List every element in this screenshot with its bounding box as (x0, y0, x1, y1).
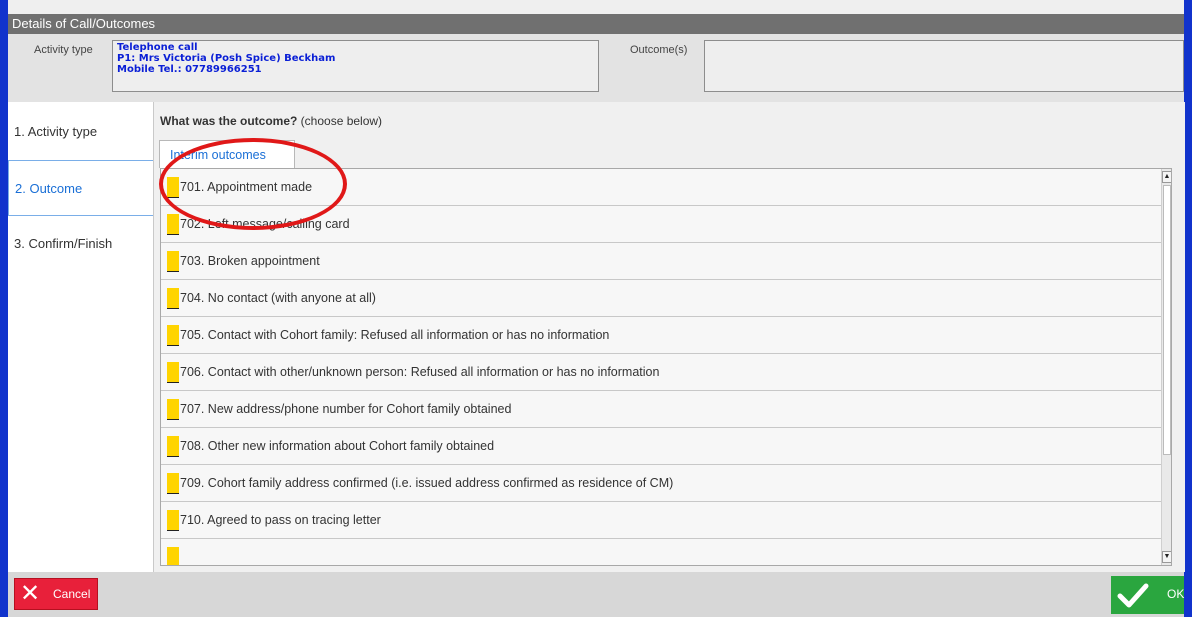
outcome-row[interactable]: 709. Cohort family address confirmed (i.… (161, 465, 1161, 502)
yellow-marker-icon (167, 325, 179, 346)
outcomes-box (704, 40, 1184, 92)
close-icon: ✕ (20, 580, 41, 607)
yellow-marker-icon (167, 362, 179, 383)
outcome-row[interactable]: 708. Other new information about Cohort … (161, 428, 1161, 465)
activity-line: P1: Mrs Victoria (Posh Spice) Beckham (117, 53, 336, 64)
outcomes-label: Outcome(s) (630, 44, 688, 56)
yellow-marker-icon (167, 473, 179, 494)
outcome-label: 709. Cohort family address confirmed (i.… (180, 476, 674, 490)
window-title: Details of Call/Outcomes (8, 14, 1184, 34)
yellow-marker-icon (167, 436, 179, 457)
yellow-marker-icon (167, 510, 179, 531)
outcome-label: 707. New address/phone number for Cohort… (180, 402, 512, 416)
ok-label: OK (1167, 587, 1185, 601)
sidebar-item-confirm-finish[interactable]: 3. Confirm/Finish (8, 216, 153, 272)
outcome-list: 701. Appointment made 702. Left message/… (160, 168, 1172, 566)
details-header: Activity type Telephone call P1: Mrs Vic… (8, 34, 1184, 102)
outcome-row[interactable]: 704. No contact (with anyone at all) (161, 280, 1161, 317)
yellow-marker-icon (167, 177, 179, 198)
activity-type-box: Telephone call P1: Mrs Victoria (Posh Sp… (112, 40, 599, 92)
activity-line: Telephone call (117, 42, 198, 53)
outcome-row-partial[interactable] (161, 539, 1161, 565)
scroll-down-icon[interactable]: ▼ (1162, 551, 1171, 563)
scrollbar-thumb[interactable] (1163, 185, 1171, 455)
cancel-label: Cancel (53, 587, 91, 601)
outcome-label: 703. Broken appointment (180, 254, 320, 268)
outcome-row[interactable]: 706. Contact with other/unknown person: … (161, 354, 1161, 391)
outcome-row[interactable]: 705. Contact with Cohort family: Refused… (161, 317, 1161, 354)
scroll-up-icon[interactable]: ▲ (1162, 171, 1171, 183)
dialog-footer: ✕ Cancel OK (8, 572, 1184, 617)
ok-button[interactable]: OK (1111, 576, 1184, 614)
sidebar-item-activity-type[interactable]: 1. Activity type (8, 104, 153, 160)
outcome-label: 704. No contact (with anyone at all) (180, 291, 376, 305)
yellow-marker-icon (167, 288, 179, 309)
outcome-label: 710. Agreed to pass on tracing letter (180, 513, 381, 527)
checkmark-icon (1117, 583, 1149, 608)
outcome-label: 701. Appointment made (180, 180, 313, 194)
outcome-row[interactable]: 701. Appointment made (161, 169, 1161, 206)
outcome-label: 706. Contact with other/unknown person: … (180, 365, 660, 379)
outcome-row[interactable]: 702. Left message/calling card (161, 206, 1161, 243)
dialog-window: Details of Call/Outcomes Activity type T… (0, 0, 1192, 617)
outcome-question: What was the outcome? (choose below) (160, 114, 382, 128)
sidebar-item-outcome[interactable]: 2. Outcome (8, 160, 153, 216)
activity-line: Mobile Tel.: 07789966251 (117, 64, 262, 75)
outcome-row[interactable]: 703. Broken appointment (161, 243, 1161, 280)
tab-interim-outcomes[interactable]: Interim outcomes (159, 140, 295, 168)
outcome-label: 702. Left message/calling card (180, 217, 350, 231)
yellow-marker-icon (167, 214, 179, 235)
outcome-label: 705. Contact with Cohort family: Refused… (180, 328, 610, 342)
question-bold: What was the outcome? (160, 114, 298, 128)
yellow-marker-icon (167, 251, 179, 272)
outcome-list-scrollbar[interactable]: ▲ ▼ (1161, 169, 1171, 565)
outcome-row[interactable]: 710. Agreed to pass on tracing letter (161, 502, 1161, 539)
outcome-row[interactable]: 707. New address/phone number for Cohort… (161, 391, 1161, 428)
cancel-button[interactable]: ✕ Cancel (14, 578, 98, 610)
wizard-sidebar: 1. Activity type 2. Outcome 3. Confirm/F… (8, 102, 153, 572)
activity-type-label: Activity type (34, 44, 93, 56)
question-hint: (choose below) (297, 114, 383, 128)
yellow-marker-icon (167, 547, 179, 565)
outcome-label: 708. Other new information about Cohort … (180, 439, 495, 453)
yellow-marker-icon (167, 399, 179, 420)
outcome-panel: What was the outcome? (choose below) Int… (153, 102, 1185, 572)
